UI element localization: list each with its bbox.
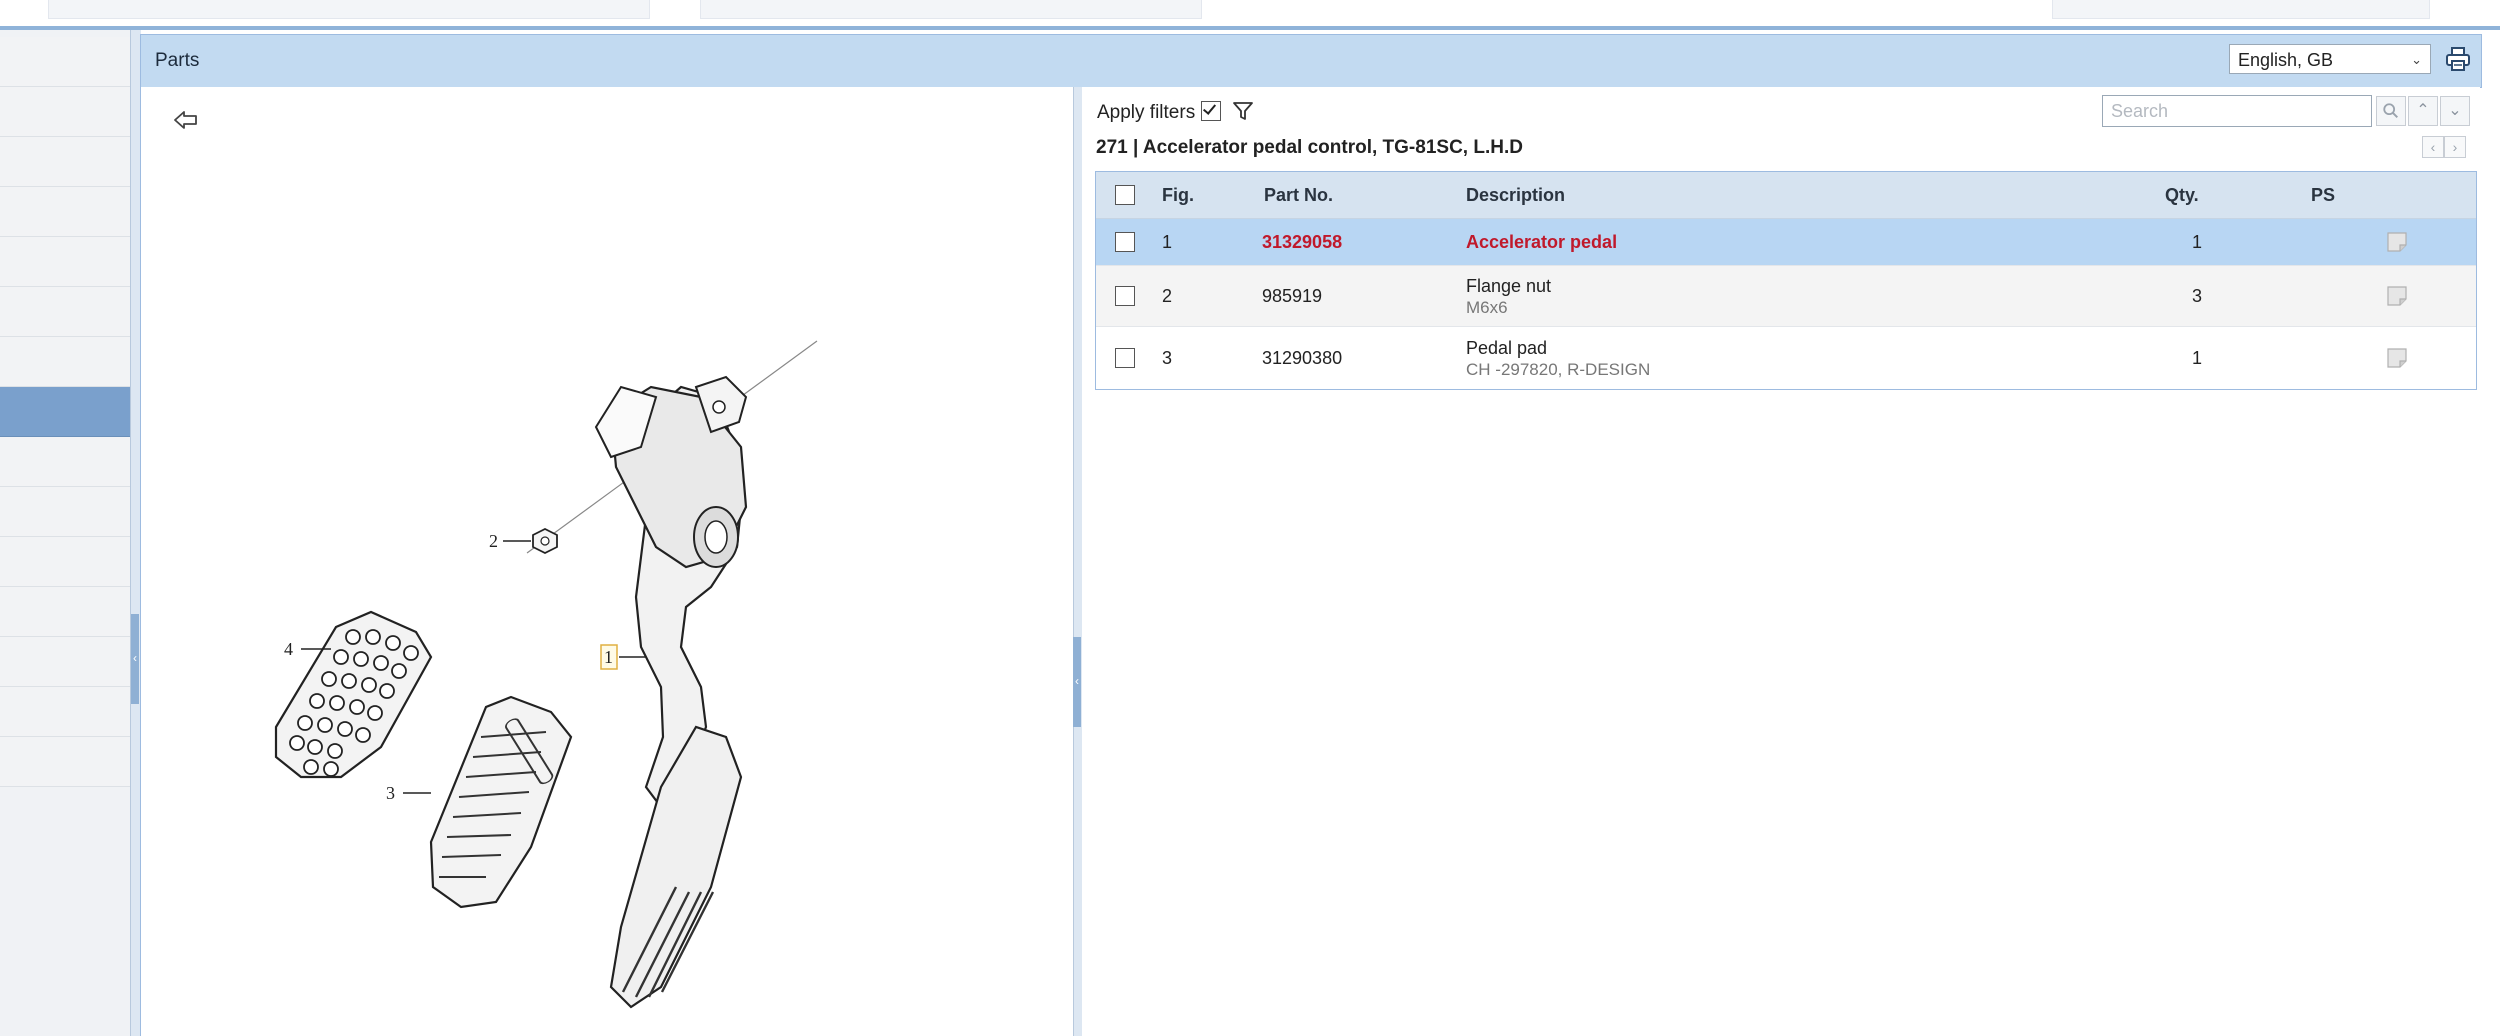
next-group-button[interactable]: › bbox=[2444, 136, 2466, 158]
sidebar-item[interactable] bbox=[0, 87, 130, 137]
table-header: Fig. Part No. Description Qty. PS bbox=[1096, 172, 2476, 219]
top-field-right[interactable] bbox=[2052, 0, 2430, 19]
top-field-middle[interactable] bbox=[700, 0, 1202, 19]
page-title: Parts bbox=[155, 50, 200, 71]
sidebar-item[interactable] bbox=[0, 337, 130, 387]
splitter-collapse-handle[interactable]: ‹ bbox=[1073, 637, 1081, 727]
select-all-checkbox[interactable] bbox=[1115, 185, 1135, 205]
row-checkbox[interactable] bbox=[1115, 286, 1135, 306]
row-description-cell: Flange nut M6x6 bbox=[1466, 276, 1551, 318]
parts-illustration: 2 1 3 4 bbox=[274, 340, 818, 1009]
apply-filters-checkbox[interactable] bbox=[1201, 101, 1221, 121]
column-header-ps[interactable]: PS bbox=[2311, 185, 2335, 206]
sidebar-item[interactable] bbox=[0, 187, 130, 237]
sidebar-item[interactable] bbox=[0, 637, 130, 687]
note-icon[interactable] bbox=[2386, 347, 2408, 369]
row-qty: 3 bbox=[2192, 286, 2203, 306]
table-row[interactable]: 3 31290380 Pedal pad CH -297820, R-DESIG… bbox=[1096, 327, 2476, 389]
search-input[interactable] bbox=[2102, 95, 2372, 127]
chevron-down-icon: ⌄ bbox=[2448, 102, 2462, 119]
parts-table: Fig. Part No. Description Qty. PS 1 3132… bbox=[1095, 171, 2477, 390]
sidebar-item-active[interactable] bbox=[0, 387, 130, 437]
callout-4[interactable]: 4 bbox=[284, 639, 293, 659]
note-icon[interactable] bbox=[2386, 285, 2408, 307]
chevron-right-icon: › bbox=[2452, 139, 2458, 155]
chevron-left-icon: ‹ bbox=[2430, 139, 2436, 155]
printer-icon[interactable] bbox=[2443, 44, 2473, 74]
row-part-no[interactable]: 31290380 bbox=[1262, 348, 1342, 369]
row-fig: 3 bbox=[1162, 348, 1173, 368]
table-row[interactable]: 1 31329058 Accelerator pedal 1 bbox=[1096, 219, 2476, 266]
parts-header: Parts English, GB ⌄ bbox=[140, 34, 2482, 88]
search-button[interactable] bbox=[2376, 96, 2406, 126]
row-fig: 2 bbox=[1162, 286, 1173, 306]
language-select[interactable]: English, GB ⌄ bbox=[2229, 44, 2431, 74]
apply-filters-label: Apply filters bbox=[1097, 102, 1196, 123]
row-description-note: CH -297820, R-DESIGN bbox=[1466, 360, 1651, 379]
row-checkbox[interactable] bbox=[1115, 348, 1135, 368]
note-icon[interactable] bbox=[2386, 231, 2408, 253]
row-description-cell: Pedal pad CH -297820, R-DESIGN bbox=[1466, 338, 1650, 380]
table-row[interactable]: 2 985919 Flange nut M6x6 3 bbox=[1096, 266, 2476, 327]
sidebar-item[interactable] bbox=[0, 237, 130, 287]
sidebar-item[interactable] bbox=[0, 487, 130, 537]
column-header-part-no[interactable]: Part No. bbox=[1264, 185, 1333, 206]
sidebar-item[interactable] bbox=[0, 537, 130, 587]
chevron-down-icon: ⌄ bbox=[2411, 52, 2422, 67]
sidebar-item[interactable] bbox=[0, 137, 130, 187]
group-heading: 271 | Accelerator pedal control, TG-81SC… bbox=[1096, 137, 1523, 158]
parts-list-pane: Apply filters ⌃ ⌄ 271 | Accelerator peda… bbox=[1082, 87, 2480, 1036]
column-header-qty[interactable]: Qty. bbox=[2165, 185, 2199, 206]
sidebar-item[interactable] bbox=[0, 37, 130, 87]
callout-3[interactable]: 3 bbox=[386, 783, 395, 803]
row-description-note: M6x6 bbox=[1466, 298, 1508, 317]
filter-icon[interactable] bbox=[1232, 100, 1254, 122]
chevron-left-icon: ‹ bbox=[133, 651, 137, 665]
sidebar-item[interactable] bbox=[0, 437, 130, 487]
column-header-fig[interactable]: Fig. bbox=[1162, 185, 1194, 206]
sidebar-item[interactable] bbox=[0, 687, 130, 737]
callout-2[interactable]: 2 bbox=[489, 531, 498, 551]
sidebar-item[interactable] bbox=[0, 737, 130, 787]
sidebar bbox=[0, 30, 131, 1036]
top-bar bbox=[0, 0, 2500, 30]
top-field-left[interactable] bbox=[48, 0, 650, 19]
search-icon bbox=[2383, 103, 2399, 119]
drawing-pane: 2 1 3 4 bbox=[140, 87, 1074, 1036]
row-fig: 1 bbox=[1162, 232, 1173, 252]
callout-1[interactable]: 1 bbox=[604, 647, 613, 667]
splitter-collapse-handle[interactable]: ‹ bbox=[131, 614, 139, 704]
row-part-no[interactable]: 31329058 bbox=[1262, 232, 1342, 253]
chevron-left-icon: ‹ bbox=[1075, 674, 1079, 688]
sidebar-item[interactable] bbox=[0, 587, 130, 637]
row-checkbox[interactable] bbox=[1115, 232, 1135, 252]
row-description: Flange nut bbox=[1466, 276, 1552, 296]
search-next-button[interactable]: ⌄ bbox=[2440, 96, 2470, 126]
row-description: Pedal pad bbox=[1466, 338, 1548, 358]
row-qty: 1 bbox=[2192, 232, 2203, 252]
search-prev-button[interactable]: ⌃ bbox=[2408, 96, 2438, 126]
chevron-up-icon: ⌃ bbox=[2416, 102, 2430, 119]
column-header-description[interactable]: Description bbox=[1466, 185, 1565, 206]
row-part-no[interactable]: 985919 bbox=[1262, 286, 1322, 307]
prev-group-button[interactable]: ‹ bbox=[2422, 136, 2444, 158]
sidebar-item[interactable] bbox=[0, 287, 130, 337]
row-description: Accelerator pedal bbox=[1466, 232, 1618, 252]
language-select-value: English, GB bbox=[2238, 50, 2334, 70]
row-qty: 1 bbox=[2192, 348, 2203, 368]
